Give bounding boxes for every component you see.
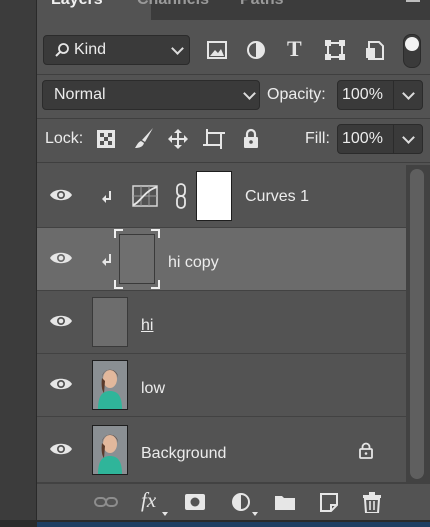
lock-all-icon[interactable] [243, 128, 259, 148]
clipping-arrow-icon [102, 254, 111, 266]
opacity-input[interactable]: 100% [337, 80, 423, 110]
clipping-arrow-icon [102, 191, 111, 203]
layer-name[interactable]: Background [141, 445, 226, 463]
mask-link-icon[interactable] [175, 183, 187, 209]
tab-paths[interactable]: Paths [240, 0, 284, 20]
image-filter-icon[interactable] [207, 41, 227, 59]
blend-mode-value: Normal [54, 86, 106, 103]
lock-artboard-icon[interactable] [203, 129, 225, 149]
layer-thumbnail[interactable] [92, 425, 128, 475]
layer-row-background[interactable]: Background [37, 417, 406, 483]
fill-label: Fill: [305, 130, 330, 147]
lock-image-pixels-icon[interactable] [133, 127, 155, 151]
layers-panel: Layers Channels Paths Kind T Normal [37, 0, 430, 521]
visibility-eye-icon[interactable] [49, 441, 73, 457]
filter-kind-value: Kind [74, 41, 107, 58]
layer-thumbnail[interactable] [92, 297, 128, 347]
layers-scrollbar[interactable] [406, 165, 430, 483]
visibility-eye-icon[interactable] [49, 187, 73, 203]
scrollbar-thumb[interactable] [410, 169, 424, 479]
filter-kind-dropdown[interactable]: Kind [43, 35, 190, 65]
opacity-value: 100% [342, 86, 383, 103]
adjustment-icon[interactable] [231, 492, 251, 512]
left-dock-strip [0, 0, 37, 527]
dropdown-caret-icon [252, 512, 258, 516]
panel-tab-bar: Layers Channels Paths [37, 0, 430, 20]
blend-mode-dropdown[interactable]: Normal [42, 80, 260, 110]
new-layer-icon[interactable] [320, 493, 338, 512]
chevron-down-icon [171, 42, 184, 55]
mask-icon[interactable] [185, 494, 205, 510]
visibility-eye-icon[interactable] [49, 313, 73, 329]
chevron-down-icon [243, 87, 256, 100]
tab-layers[interactable]: Layers [37, 0, 151, 20]
portrait-thumbnail-image [93, 361, 127, 409]
lock-label: Lock: [45, 130, 84, 147]
smart-object-filter-icon[interactable] [365, 39, 385, 61]
panel-footer: fx [37, 483, 430, 521]
visibility-eye-icon[interactable] [49, 376, 73, 392]
shape-filter-icon[interactable] [325, 40, 345, 60]
panel-menu-icon[interactable] [406, 0, 420, 2]
window-bottom-edge [0, 520, 430, 527]
fill-value: 100% [342, 130, 383, 147]
chevron-down-icon[interactable] [402, 87, 415, 100]
dropdown-caret-icon [162, 512, 168, 516]
search-icon [55, 43, 69, 57]
filter-toggle-switch[interactable] [403, 34, 421, 68]
layer-name[interactable]: hi copy [168, 254, 219, 272]
trash-icon[interactable] [363, 492, 381, 513]
layer-mask-thumbnail[interactable] [196, 171, 232, 221]
visibility-eye-icon[interactable] [49, 250, 73, 266]
fill-input[interactable]: 100% [337, 124, 423, 154]
chevron-down-icon[interactable] [402, 131, 415, 144]
layer-thumbnail[interactable] [92, 360, 128, 410]
lock-transparent-pixels-icon[interactable] [97, 130, 115, 148]
type-filter-icon[interactable]: T [287, 36, 302, 62]
layer-row-hi-copy[interactable]: hi copy [37, 228, 406, 291]
lock-position-icon[interactable] [168, 129, 188, 149]
layer-name[interactable]: Curves 1 [245, 188, 309, 206]
layer-row-curves-1[interactable]: Curves 1 [37, 165, 406, 228]
selection-bracket-icon [114, 229, 160, 289]
layer-row-hi[interactable]: hi [37, 291, 406, 354]
layer-name[interactable]: hi [141, 317, 153, 335]
layer-row-low[interactable]: low [37, 354, 406, 417]
layer-lock-icon[interactable] [359, 442, 373, 459]
tab-channels[interactable]: Channels [137, 0, 209, 20]
fx-icon[interactable]: fx [141, 488, 156, 513]
curves-adjustment-icon [132, 185, 158, 207]
folder-icon[interactable] [274, 494, 296, 511]
link-icon[interactable] [94, 495, 118, 509]
portrait-thumbnail-image [93, 426, 127, 474]
adjustment-filter-icon[interactable] [246, 40, 266, 60]
opacity-label: Opacity: [267, 86, 326, 103]
layer-name[interactable]: low [141, 380, 165, 398]
